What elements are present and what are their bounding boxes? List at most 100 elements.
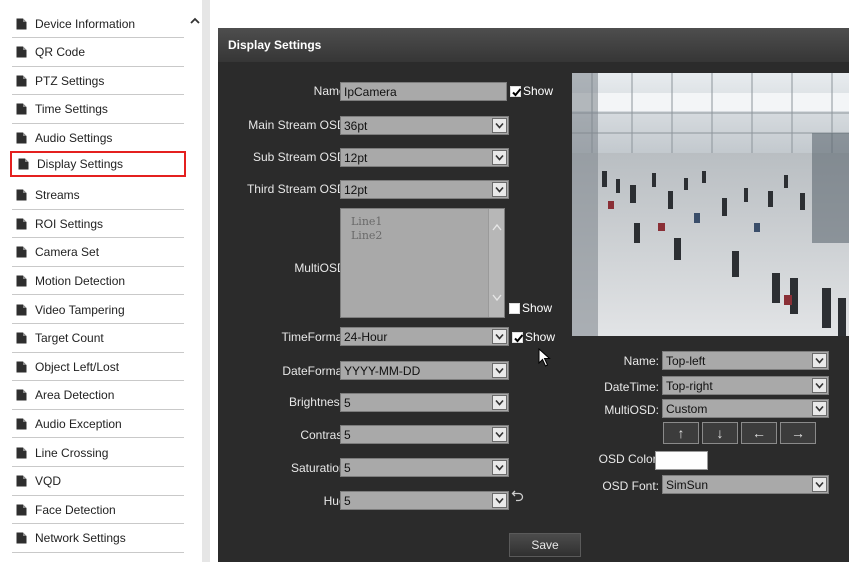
osd-color-swatch[interactable] [655,451,708,470]
timeformat-label: TimeFormat: [281,330,349,344]
timeformat-select[interactable]: 24-Hour [340,327,509,346]
sidebar-item[interactable]: Object Left/Lost [12,353,184,382]
show-label: Show [525,330,556,344]
sidebar-item[interactable]: Time Settings [12,95,184,124]
sidebar-item[interactable]: QR Code [12,38,184,67]
sidebar-item[interactable]: Streams [12,181,184,210]
osd-name-position-label: Name: [623,354,659,368]
sidebar-item-label: Device Information [35,16,136,31]
saturation-select[interactable]: 5 [340,458,509,477]
sidebar-item[interactable]: PTZ Settings [12,67,184,96]
multiosd-scrollbar[interactable] [488,209,504,317]
checkbox-checked-icon [510,85,522,97]
third-stream-osd-label: Third Stream OSD: [246,182,349,196]
panel-title: Display Settings [218,28,849,62]
osd-name-position-select[interactable]: Top-left [662,351,829,370]
display-settings-panel: Display Settings Name: IpCamera Show Mai… [218,28,849,562]
chevron-down-icon [492,150,507,165]
document-icon [16,504,27,516]
sidebar-item-label: Display Settings [37,157,124,171]
sidebar-item[interactable]: Device Information [12,10,184,38]
osd-font-value: SimSun [666,478,709,492]
move-right-button[interactable]: → [780,422,816,444]
dateformat-value: YYYY-MM-DD [344,364,421,378]
multiosd-line-1: Line1 [351,215,383,228]
brightness-select[interactable]: 5 [340,393,509,412]
sidebar-item-label: Motion Detection [35,273,126,288]
sidebar-item[interactable]: Area Detection [12,381,184,410]
multiosd-textarea[interactable]: Line1 Line2 [340,208,505,318]
dateformat-select[interactable]: YYYY-MM-DD [340,361,509,380]
multiosd-show-checkbox[interactable]: Show [509,301,552,315]
sidebar-item-label: Audio Settings [35,130,113,145]
document-icon [16,46,27,58]
reset-undo-icon[interactable] [511,488,525,505]
sidebar-item-label: PTZ Settings [35,73,105,88]
name-show-checkbox[interactable]: Show [510,84,553,98]
osd-multiosd-position-value: Custom [666,402,708,416]
dateformat-label: DateFormat: [282,364,349,378]
chevron-down-icon [492,329,507,344]
sidebar-item[interactable]: Line Crossing [12,439,184,467]
chevron-down-icon [492,395,507,410]
move-up-button[interactable]: ↑ [663,422,699,444]
sidebar-item-label: Line Crossing [35,445,109,460]
hue-value: 5 [344,494,351,508]
save-button[interactable]: Save [509,533,581,557]
osd-font-select[interactable]: SimSun [662,475,829,494]
sidebar-item[interactable]: Target Count [12,324,184,353]
chevron-down-icon [492,427,507,442]
sidebar: Device Information QR Code PTZ Settings Tim… [0,0,186,562]
sidebar-item-label: QR Code [35,45,86,60]
sub-stream-osd-select[interactable]: 12pt [340,148,509,167]
sidebar-item[interactable]: Network Settings [12,524,184,553]
osd-datetime-position-value: Top-right [666,379,713,393]
main-stream-osd-value: 36pt [344,119,368,133]
chevron-down-icon [812,401,827,416]
hue-select[interactable]: 5 [340,491,509,510]
saturation-value: 5 [344,461,351,475]
chevron-down-icon [492,493,507,508]
sidebar-item-label: Streams [35,188,80,203]
document-icon [16,361,27,373]
show-label: Show [522,301,553,315]
sidebar-item[interactable]: ROI Settings [12,210,184,239]
document-icon [16,218,27,230]
multiosd-line-2: Line2 [351,229,383,242]
sidebar-item[interactable]: VQD [12,467,184,496]
mouse-cursor-icon [538,347,552,371]
document-icon [16,103,27,115]
sidebar-item[interactable]: Audio Settings [12,124,184,153]
time-show-checkbox[interactable]: Show [512,330,555,344]
document-icon [18,158,29,170]
sidebar-scroll-strip [202,0,210,562]
osd-multiosd-position-select[interactable]: Custom [662,399,829,418]
osd-datetime-position-select[interactable]: Top-right [662,376,829,395]
sidebar-item[interactable]: Face Detection [12,496,184,525]
third-stream-osd-select[interactable]: 12pt [340,180,509,199]
contrast-select[interactable]: 5 [340,425,509,444]
osd-font-label: OSD Font: [602,479,659,493]
main-stream-osd-select[interactable]: 36pt [340,116,509,135]
document-icon [16,189,27,201]
camera-preview [572,73,849,336]
move-left-button[interactable]: ← [741,422,777,444]
sidebar-item-label: Object Left/Lost [35,359,120,374]
sidebar-item-label: Time Settings [35,102,108,117]
sidebar-item[interactable]: Display Settings [10,151,186,177]
sidebar-item[interactable]: Camera Set [12,238,184,267]
document-icon [16,389,27,401]
chevron-down-icon [812,477,827,492]
third-stream-osd-value: 12pt [344,183,368,197]
sidebar-item[interactable]: Audio Exception [12,410,184,439]
sidebar-item-label: Target Count [35,331,104,346]
sidebar-item[interactable]: Video Tampering [12,296,184,324]
sidebar-item[interactable]: Motion Detection [12,267,184,296]
document-icon [16,246,27,258]
document-icon [16,132,27,144]
chevron-down-icon [492,363,507,378]
move-down-button[interactable]: ↓ [702,422,738,444]
name-input[interactable]: IpCamera [340,82,507,101]
collapse-up-icon[interactable] [188,14,202,28]
show-label: Show [523,84,554,98]
